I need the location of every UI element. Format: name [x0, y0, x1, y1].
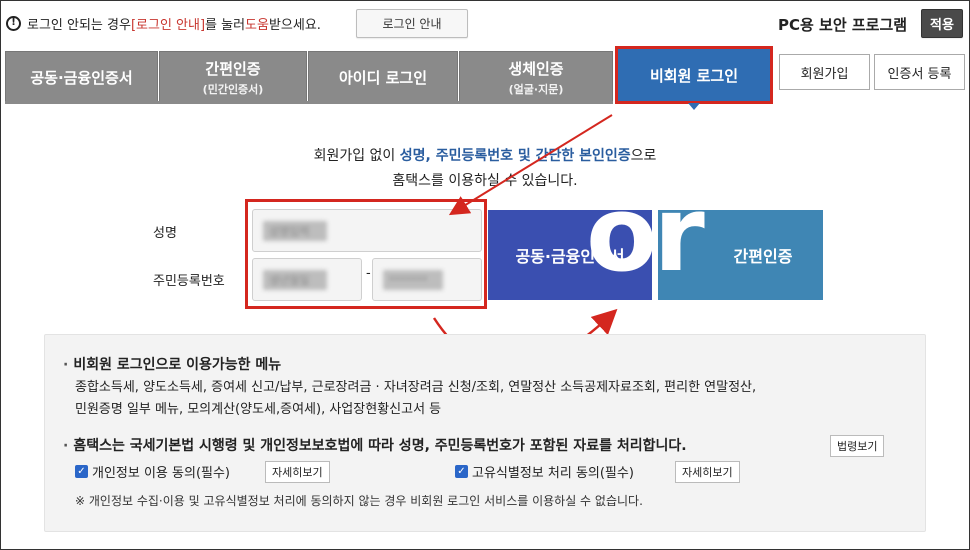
tab-label: 아이디 로그인: [338, 68, 428, 87]
notice-help: 도움: [245, 17, 269, 33]
tab-biometric[interactable]: 생체인증 (얼굴·지문): [459, 51, 613, 103]
tab-non-member-login[interactable]: 비회원 로그인: [615, 46, 773, 110]
law-view-button[interactable]: 법령보기: [830, 435, 885, 457]
tab-label: 공동·금융인증서: [30, 68, 133, 87]
consent-unique-id[interactable]: ✓ 고유식별정보 처리 동의(필수): [455, 462, 634, 481]
tab-simple-auth[interactable]: 간편인증 (민간인증서): [159, 51, 307, 103]
consent-personal-info[interactable]: ✓ 개인정보 이용 동의(필수): [75, 462, 230, 481]
consent-unique-label: 고유식별정보 처리 동의(필수): [472, 466, 634, 481]
checkbox-checked-icon[interactable]: ✓: [455, 465, 468, 478]
intro-prefix: 회원가입 없이: [313, 148, 400, 164]
name-label: 성명: [153, 226, 177, 241]
info-panel: 비회원 로그인으로 이용가능한 메뉴 종합소득세, 양도소득세, 증여세 신고/…: [44, 334, 926, 532]
security-program-title: PC용 보안 프로그램: [778, 16, 908, 34]
intro-text: 회원가입 없이 성명, 주민등록번호 및 간단한 본인인증으로 홈택스를 이용하…: [0, 144, 970, 194]
intro-highlight: 성명, 주민등록번호 및 간단한 본인인증: [399, 148, 631, 164]
tab-sublabel: (민간인증서): [202, 82, 264, 96]
login-guide-link[interactable]: [로그인 안내]: [131, 14, 205, 33]
tab-label: 간편인증: [205, 59, 261, 78]
tab-label: 생체인증: [508, 59, 564, 78]
notice-suffix: 받으세요.: [268, 17, 321, 33]
simple-auth-button[interactable]: 간편인증: [658, 210, 823, 300]
cert-register-button[interactable]: 인증서 등록: [874, 54, 965, 90]
menu-line-1: 종합소득세, 양도소득세, 증여세 신고/납부, 근로장려금 · 자녀장려금 신…: [75, 380, 757, 395]
tab-divider: [5, 101, 613, 104]
menu-line-2: 민원증명 일부 메뉴, 모의계산(양도세,증여세), 사업장현황신고서 등: [75, 402, 442, 417]
notice-middle: 를 눌러: [205, 17, 246, 33]
intro-line-1: 회원가입 없이 성명, 주민등록번호 및 간단한 본인인증으로: [0, 144, 970, 169]
form-highlight-box: [245, 199, 487, 309]
warning-icon: !: [6, 15, 21, 31]
law-title: 홈택스는 국세기본법 시행령 및 개인정보보호법에 따라 성명, 주민등록번호가…: [63, 435, 686, 455]
rrn-label: 주민등록번호: [153, 274, 225, 289]
consent-personal-detail-button[interactable]: 자세히보기: [265, 461, 330, 483]
easy-button-label: 간편인증: [733, 247, 793, 266]
apply-button[interactable]: 적용: [921, 9, 963, 38]
menu-title: 비회원 로그인으로 이용가능한 메뉴: [63, 354, 281, 374]
notice-prefix: 로그인 안되는 경우: [27, 17, 131, 33]
intro-suffix: 으로: [630, 148, 657, 164]
tab-sublabel: (얼굴·지문): [508, 82, 564, 96]
consent-unique-detail-button[interactable]: 자세히보기: [675, 461, 740, 483]
tab-id-login[interactable]: 아이디 로그인: [308, 51, 458, 103]
consent-note: ※ 개인정보 수집·이용 및 고유식별정보 처리에 동의하지 않는 경우 비회원…: [75, 494, 643, 508]
consent-personal-label: 개인정보 이용 동의(필수): [92, 466, 231, 481]
menu-description: 종합소득세, 양도소득세, 증여세 신고/납부, 근로장려금 · 자녀장려금 신…: [75, 377, 756, 421]
joint-cert-auth-button[interactable]: 공동·금융인증서: [488, 210, 652, 300]
login-guide-button[interactable]: 로그인 안내: [356, 9, 468, 38]
join-button[interactable]: 회원가입: [779, 54, 870, 90]
intro-line-2: 홈택스를 이용하실 수 있습니다.: [392, 173, 578, 189]
login-help-notice: ! 로그인 안되는 경우 [로그인 안내] 를 눌러 도움 받으세요.: [6, 9, 321, 37]
login-tab-bar: 공동·금융인증서 간편인증 (민간인증서) 아이디 로그인 생체인증 (얼굴·지…: [5, 46, 965, 110]
checkbox-checked-icon[interactable]: ✓: [75, 465, 88, 478]
tab-label: 비회원 로그인: [649, 66, 739, 85]
tab-joint-financial-cert[interactable]: 공동·금융인증서: [5, 51, 158, 103]
cert-button-label: 공동·금융인증서: [515, 247, 625, 266]
